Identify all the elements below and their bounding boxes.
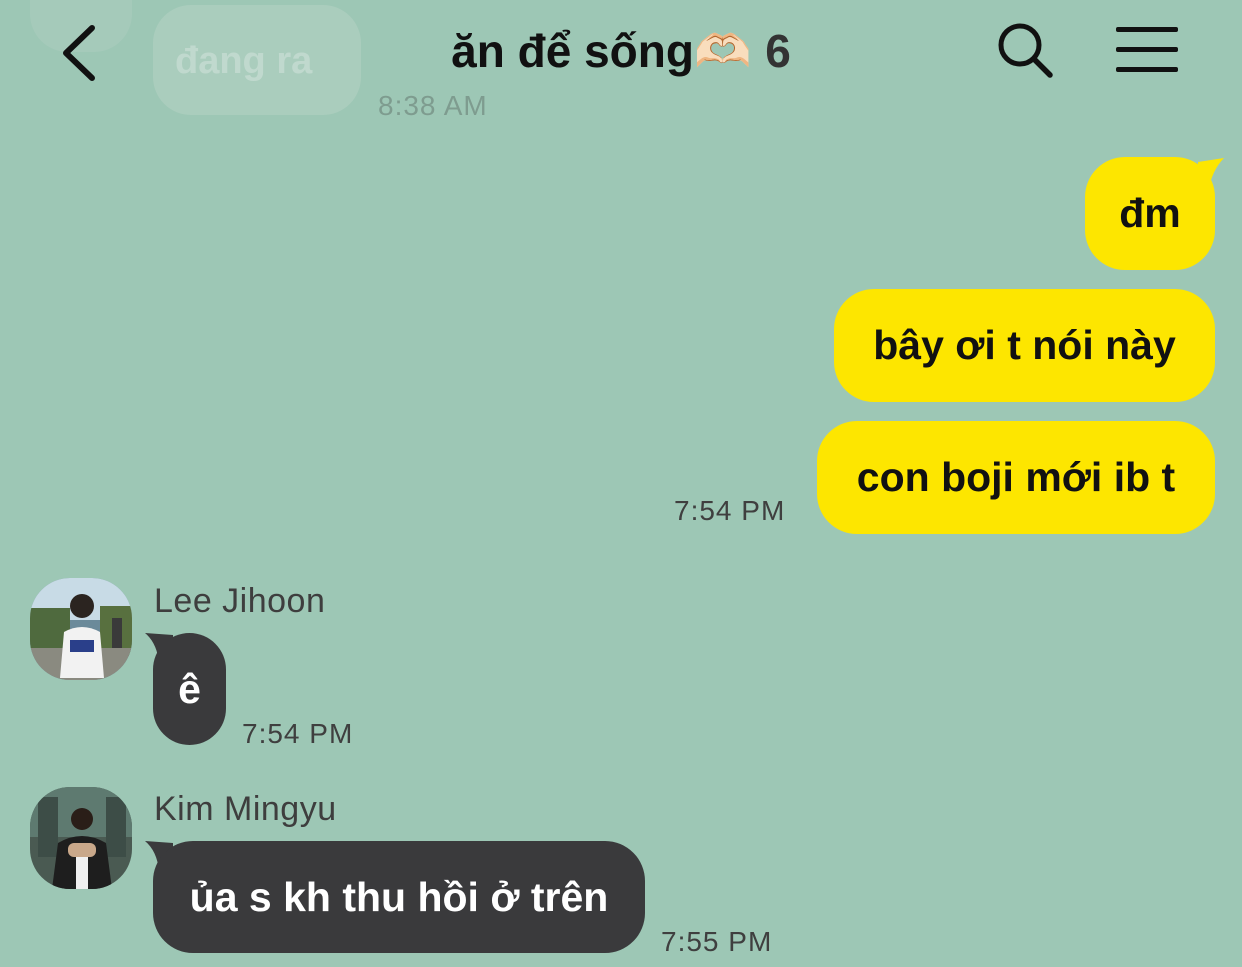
incoming-message-bubble[interactable]: ê <box>153 633 226 745</box>
member-count: 6 <box>765 25 791 77</box>
message-time: 7:54 PM <box>242 718 354 749</box>
message-time: 7:54 PM <box>674 495 786 526</box>
outgoing-message-bubble[interactable]: con boji mới ib t <box>817 421 1215 534</box>
incoming-message-bubble[interactable]: ủa s kh thu hồi ở trên <box>153 841 645 953</box>
menu-button[interactable] <box>1112 22 1182 78</box>
faded-message-time: 8:38 AM <box>378 90 488 121</box>
outgoing-message-bubble[interactable]: bây ơi t nói này <box>834 289 1215 402</box>
message-time: 7:55 PM <box>661 926 773 957</box>
avatar[interactable] <box>30 787 132 889</box>
avatar[interactable] <box>30 578 132 680</box>
outgoing-message-bubble[interactable]: đm <box>1085 157 1215 270</box>
chat-name: ăn để sống🫶🏻 <box>451 25 752 77</box>
avatar-photo <box>30 787 132 889</box>
search-icon <box>998 23 1053 78</box>
chat-screen: { "header": { "title": "ăn để sống🫶🏻", "… <box>0 0 1242 967</box>
sender-name: Kim Mingyu <box>154 790 337 828</box>
sender-name: Lee Jihoon <box>154 582 326 620</box>
avatar-photo <box>30 578 132 680</box>
hamburger-menu-icon <box>1116 27 1178 72</box>
search-button[interactable] <box>995 20 1057 82</box>
